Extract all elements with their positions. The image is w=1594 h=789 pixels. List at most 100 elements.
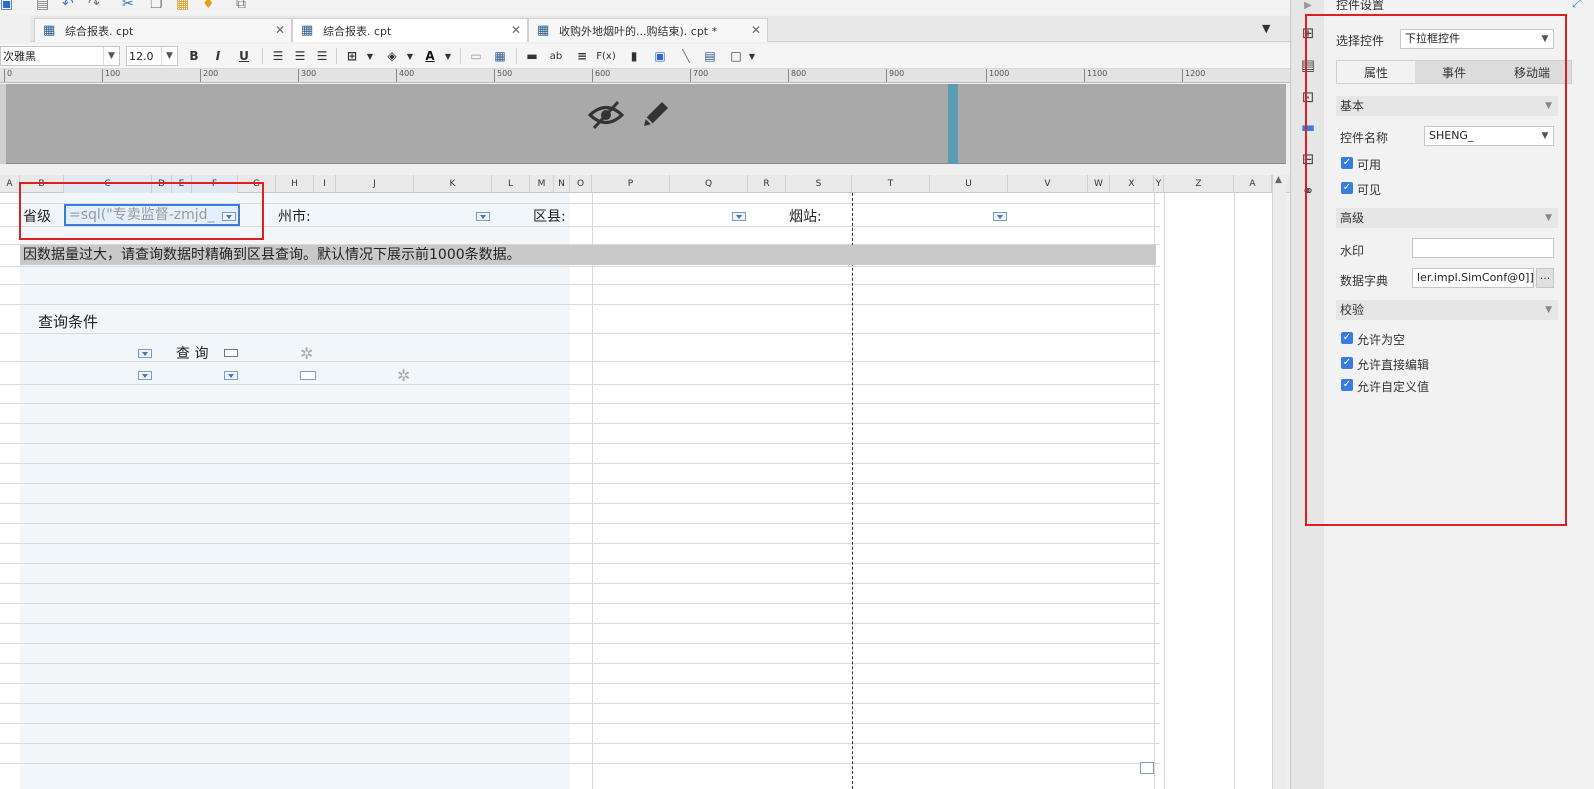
preview-icon[interactable]: ⧉ — [236, 0, 252, 12]
close-icon[interactable]: ✕ — [275, 23, 285, 37]
column-header[interactable]: Q — [670, 175, 748, 193]
pencil-edit-icon[interactable] — [640, 98, 672, 130]
column-header[interactable]: Z — [1164, 175, 1234, 193]
grid-line — [0, 483, 1160, 484]
chevron-down-icon[interactable]: ▼ — [360, 47, 380, 65]
corner-widget-icon[interactable] — [1140, 762, 1154, 774]
column-header[interactable]: S — [786, 175, 852, 193]
sub-report-icon[interactable]: ▤ — [700, 47, 720, 65]
column-header[interactable]: V — [1008, 175, 1088, 193]
formula-button[interactable]: F(x) — [596, 47, 616, 65]
station-dropdown-icon[interactable] — [993, 212, 1007, 221]
grid-line — [0, 623, 1160, 624]
column-header[interactable]: Y — [1154, 175, 1164, 193]
list-icon[interactable]: ≡ — [572, 47, 592, 65]
image-icon[interactable]: ▣ — [650, 47, 670, 65]
tab-report-3[interactable]: ▦ 收购外地烟叶的...购结束). cpt * ✕ — [528, 18, 768, 42]
grid-row-lines — [0, 193, 1272, 789]
column-header[interactable]: U — [930, 175, 1008, 193]
tab-report-2[interactable]: ▦ 综合报表. cpt ✕ — [292, 18, 528, 42]
column-header[interactable]: J — [336, 175, 414, 193]
chevron-down-icon[interactable]: ▼ — [438, 47, 458, 65]
city-dropdown-icon[interactable] — [476, 212, 490, 221]
italic-button[interactable]: I — [208, 47, 228, 65]
grid-line — [0, 423, 1160, 424]
redo-icon[interactable]: ↷ — [88, 0, 104, 12]
font-color-icon[interactable]: A — [420, 47, 440, 65]
chevron-up-icon[interactable]: ▲ — [1275, 175, 1282, 185]
font-size-select[interactable]: 12.0 ▼ — [126, 46, 178, 66]
table-icon[interactable]: ▦ — [490, 47, 510, 65]
save-icon[interactable]: ▤ — [36, 0, 52, 12]
gear-icon[interactable]: ✲ — [300, 344, 313, 363]
chevron-down-icon: ▼ — [103, 47, 119, 65]
column-header[interactable]: M — [530, 175, 554, 193]
font-size-value: 12.0 — [129, 49, 154, 63]
column-header[interactable]: W — [1088, 175, 1110, 193]
play-icon[interactable]: ▶ — [1299, 0, 1317, 14]
underline-button[interactable]: U — [234, 47, 254, 65]
close-icon[interactable]: ✕ — [511, 23, 521, 37]
align-right-icon[interactable]: ☰ — [312, 47, 332, 65]
hidden-eye-icon[interactable] — [588, 100, 624, 130]
tab-label: 综合报表. cpt — [65, 24, 134, 38]
column-header[interactable]: P — [592, 175, 670, 193]
panel-title: 控件设置 — [1336, 0, 1385, 12]
slash-icon[interactable]: ╲ — [676, 47, 696, 65]
expand-icon[interactable]: ⤢ — [1572, 0, 1582, 11]
chevron-down-icon[interactable]: ▼ — [742, 47, 762, 65]
grid-line — [0, 743, 1160, 744]
parameter-header-band[interactable] — [6, 84, 1286, 164]
bold-button[interactable]: B — [184, 47, 204, 65]
cut-icon[interactable]: ✂ — [122, 0, 138, 12]
column-header[interactable]: N — [554, 175, 570, 193]
align-center-icon[interactable]: ☰ — [290, 47, 310, 65]
column-header[interactable]: A — [0, 175, 20, 193]
county-dropdown-icon[interactable] — [732, 212, 746, 221]
column-header[interactable]: H — [276, 175, 314, 193]
bar-chart-icon[interactable]: ▮ — [624, 47, 644, 65]
ruler-tick: 600 — [592, 69, 610, 82]
column-header[interactable]: I — [314, 175, 336, 193]
dropdown-arrow-icon[interactable] — [138, 371, 152, 380]
column-header[interactable]: K — [414, 175, 492, 193]
vertical-scrollbar[interactable]: ▲ — [1272, 175, 1286, 789]
ruler-tick: 200 — [200, 69, 218, 82]
highlight-box — [19, 182, 264, 240]
grid-line — [0, 333, 1160, 334]
station-label: 烟站: — [789, 209, 822, 225]
query-button[interactable]: 查 询 — [176, 343, 208, 363]
grid-line — [0, 403, 1160, 404]
dropdown-arrow-icon[interactable] — [224, 371, 238, 380]
border-icon[interactable]: ⊞ — [342, 47, 362, 65]
column-header[interactable]: L — [492, 175, 530, 193]
column-header[interactable]: A — [1234, 175, 1272, 193]
gear-icon[interactable]: ✲ — [397, 366, 410, 385]
merge-cells-icon[interactable]: ▭ — [466, 47, 486, 65]
grid-line — [0, 683, 1160, 684]
align-left-icon[interactable]: ☰ — [268, 47, 288, 65]
dropdown-arrow-icon[interactable] — [138, 349, 152, 358]
text-tool-button[interactable]: ab — [546, 47, 566, 65]
grid-line — [0, 703, 1160, 704]
grid-line — [0, 603, 1160, 604]
chevron-down-icon: ▼ — [161, 47, 177, 65]
format-painter-icon[interactable]: ♦ — [202, 0, 218, 12]
paste-icon[interactable]: ▦ — [176, 0, 192, 12]
undo-icon[interactable]: ↶ — [62, 0, 78, 12]
tab-list-menu-icon[interactable]: ▼ — [1262, 22, 1276, 36]
fill-color-icon[interactable]: ◈ — [382, 47, 402, 65]
column-header[interactable]: O — [570, 175, 592, 193]
copy-icon[interactable]: ❐ — [150, 0, 166, 12]
column-header[interactable]: R — [748, 175, 786, 193]
close-icon[interactable]: ✕ — [751, 23, 761, 37]
column-header[interactable]: T — [852, 175, 930, 193]
grid-line — [0, 543, 1160, 544]
insert-row-icon[interactable]: ▬ — [522, 47, 542, 65]
font-name-select[interactable]: 次雅黑 ▼ — [0, 46, 120, 66]
ruler-tick: 400 — [396, 69, 414, 82]
chevron-down-icon[interactable]: ▼ — [400, 47, 420, 65]
band-resize-handle[interactable] — [948, 84, 958, 164]
column-header[interactable]: X — [1110, 175, 1154, 193]
tab-report-1[interactable]: ▦ 综合报表. cpt ✕ — [34, 18, 292, 42]
